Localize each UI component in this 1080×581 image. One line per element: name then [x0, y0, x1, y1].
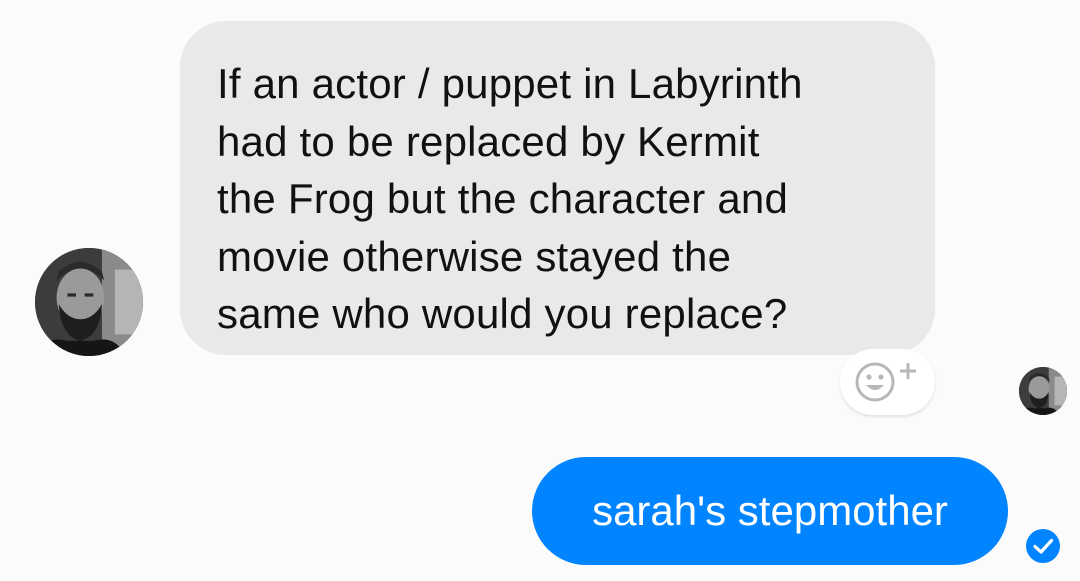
bearded-man-avatar-icon — [35, 248, 143, 356]
add-reaction-button[interactable] — [840, 349, 935, 415]
sender-avatar[interactable] — [35, 248, 143, 356]
delivered-status — [1026, 529, 1060, 563]
message-line: the Frog but the character and — [217, 175, 789, 222]
incoming-message-bubble[interactable]: If an actor / puppet in Labyrinth had to… — [180, 21, 935, 355]
outgoing-message-text: sarah's stepmother — [592, 487, 948, 534]
message-line: same who would you replace? — [217, 290, 788, 337]
message-line: movie otherwise stayed the — [217, 232, 732, 280]
outgoing-message-bubble[interactable]: sarah's stepmother — [532, 457, 1008, 565]
read-receipt-avatar — [1019, 367, 1067, 415]
delivered-check-icon — [1026, 529, 1060, 563]
message-line: had to be replaced by Kermit — [217, 117, 760, 165]
message-line: If an actor / puppet in Labyrinth — [217, 60, 803, 107]
add-reaction-icon — [855, 362, 916, 402]
bearded-man-avatar-icon — [1019, 367, 1067, 415]
